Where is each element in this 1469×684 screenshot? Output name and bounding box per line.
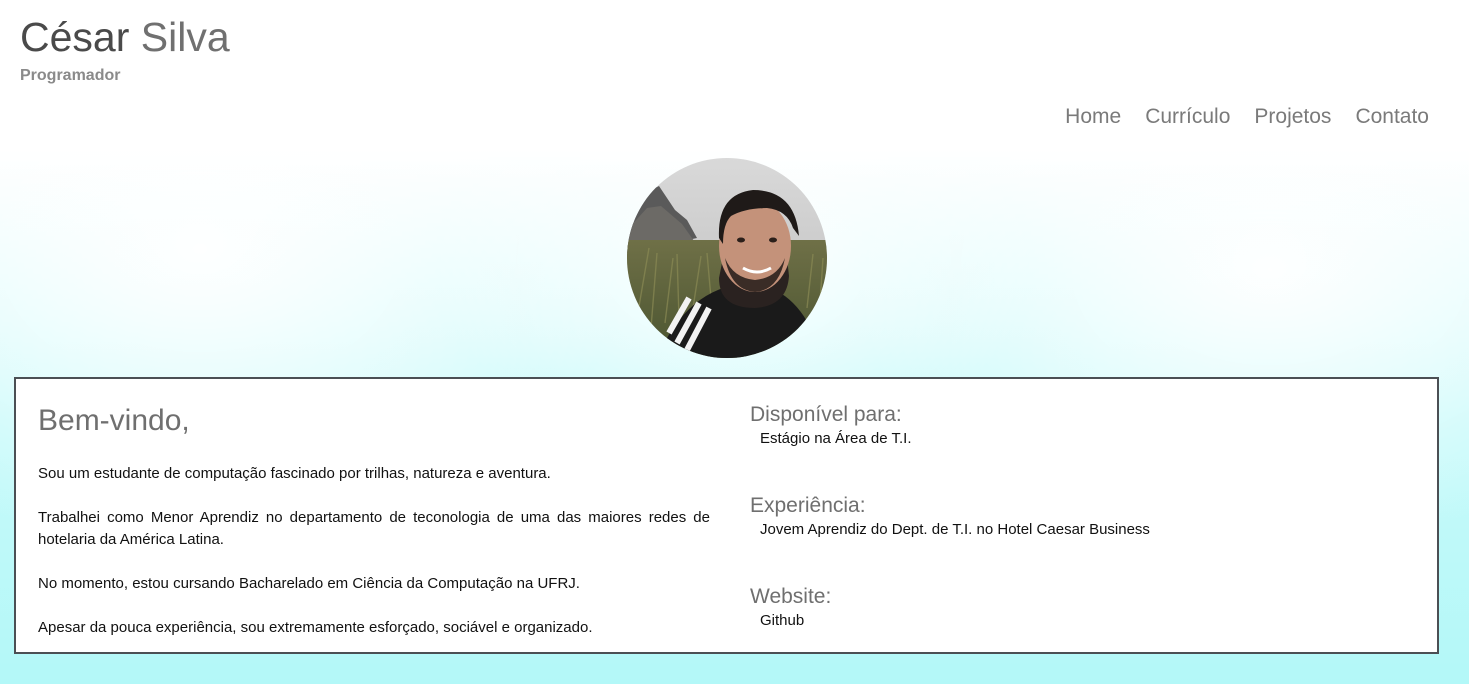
- welcome-paragraph: Sou um estudante de computação fascinado…: [38, 465, 551, 482]
- site-title: César Silva: [20, 12, 230, 62]
- welcome-paragraph: Trabalhei como Menor Aprendiz no departa…: [38, 509, 710, 548]
- profile-photo-icon: [627, 158, 827, 358]
- welcome-section: Bem-vindo, Sou um estudante de computaçã…: [38, 403, 710, 661]
- github-link[interactable]: Github: [760, 610, 1410, 632]
- availability-block: Disponível para: Estágio na Área de T.I.: [750, 402, 1410, 493]
- nav-link-home[interactable]: Home: [1065, 105, 1121, 129]
- nav-link-contato[interactable]: Contato: [1355, 105, 1429, 129]
- website-title: Website:: [750, 585, 832, 608]
- experience-block: Experiência: Jovem Aprendiz do Dept. de …: [750, 493, 1410, 584]
- nav-link-projetos[interactable]: Projetos: [1254, 105, 1331, 129]
- site-header: César Silva Programador Home Currículo P…: [0, 0, 1469, 150]
- main-nav: Home Currículo Projetos Contato: [1065, 105, 1429, 129]
- experience-value: Jovem Aprendiz do Dept. de T.I. no Hotel…: [760, 521, 1150, 538]
- availability-value: Estágio na Área de T.I.: [760, 430, 912, 447]
- first-name: César: [20, 14, 130, 60]
- welcome-card: Bem-vindo, Sou um estudante de computaçã…: [14, 377, 1439, 654]
- nav-link-curriculo[interactable]: Currículo: [1145, 105, 1230, 129]
- last-name: Silva: [140, 14, 230, 60]
- availability-title: Disponível para:: [750, 403, 902, 426]
- profile-photo: [627, 158, 827, 358]
- welcome-paragraph: No momento, estou cursando Bacharelado e…: [38, 575, 580, 592]
- info-section: Disponível para: Estágio na Área de T.I.…: [750, 402, 1410, 675]
- site-subtitle: Programador: [20, 67, 121, 84]
- welcome-title: Bem-vindo,: [38, 404, 190, 437]
- experience-title: Experiência:: [750, 494, 866, 517]
- website-block: Website: Github: [750, 584, 1410, 675]
- welcome-paragraph: Apesar da pouca experiência, sou extrema…: [38, 619, 593, 636]
- page: César Silva Programador Home Currículo P…: [0, 0, 1469, 684]
